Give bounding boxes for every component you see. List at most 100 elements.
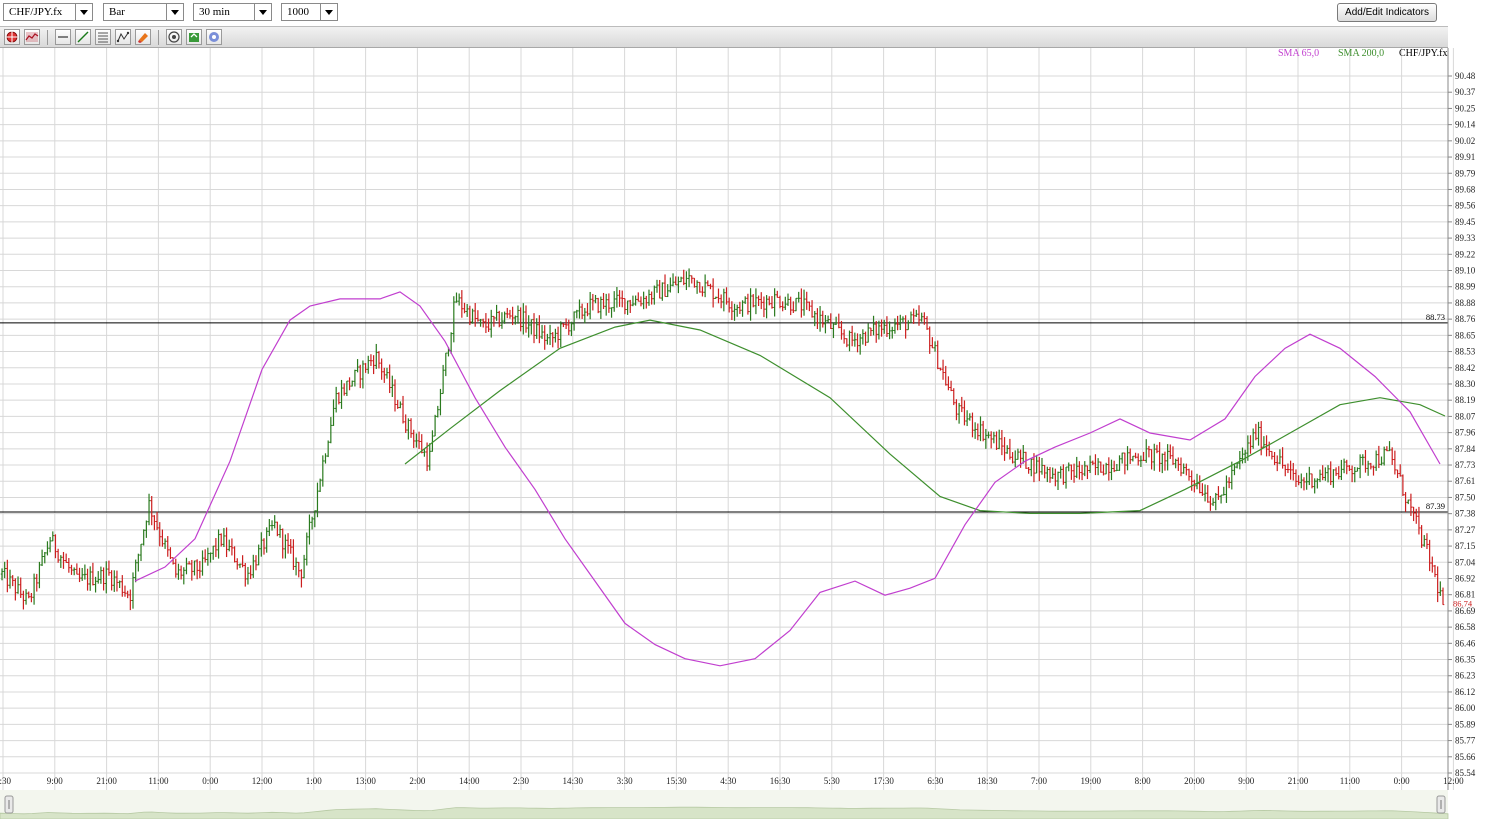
y-tick-label: 88.53 <box>1455 347 1476 357</box>
y-tick-label: 87.15 <box>1455 541 1476 551</box>
chevron-down-icon[interactable] <box>75 4 92 20</box>
y-tick-label: 88.99 <box>1455 282 1476 292</box>
x-tick-label: 0:00 <box>1394 776 1411 786</box>
toolbar-separator <box>47 30 48 45</box>
y-tick-label: 85.77 <box>1455 736 1476 746</box>
chevron-down-icon[interactable] <box>166 4 183 20</box>
x-tick-label: 2:00 <box>409 776 426 786</box>
chart-legend: SMA 65,0 SMA 200,0 CHF/JPY.fx <box>1278 48 1447 59</box>
x-tick-label: 11:00 <box>148 776 169 786</box>
chart-type-dropdown[interactable]: Bar <box>103 3 184 21</box>
x-tick-label: 19:00 <box>1081 776 1102 786</box>
y-tick-label: 87.61 <box>1455 476 1475 486</box>
plot-background <box>0 48 1448 790</box>
price-level-label: 88.73 <box>1426 312 1445 322</box>
x-tick-label: 18:30 <box>977 776 998 786</box>
x-tick-label: 0:00 <box>202 776 219 786</box>
y-tick-label: 90.14 <box>1455 120 1476 130</box>
x-tick-label: 1:00 <box>306 776 323 786</box>
top-controls-bar: CHF/JPY.fx Bar 30 min 1000 Add/Edit Indi… <box>0 0 1500 26</box>
fibonacci-icon[interactable] <box>95 29 111 45</box>
interval-value: 30 min <box>199 6 230 18</box>
settings-icon[interactable] <box>206 29 222 45</box>
y-tick-label: 88.42 <box>1455 363 1475 373</box>
y-tick-label: 86.46 <box>1455 638 1476 648</box>
y-tick-label: 90.37 <box>1455 87 1476 97</box>
y-tick-label: 87.38 <box>1455 509 1476 519</box>
crosshair-icon[interactable] <box>4 29 20 45</box>
time-navigator[interactable] <box>0 790 1500 819</box>
y-tick-label: 87.84 <box>1455 444 1476 454</box>
interval-dropdown[interactable]: 30 min <box>193 3 272 21</box>
x-tick-label: 9:00 <box>1238 776 1255 786</box>
x-tick-label: 13:00 <box>355 776 376 786</box>
print-icon[interactable] <box>166 29 182 45</box>
x-tick-label: 5:30 <box>824 776 841 786</box>
y-tick-label: 86.12 <box>1455 687 1475 697</box>
y-tick-label: 87.27 <box>1455 525 1476 535</box>
x-tick-label: 20:00 <box>1184 776 1205 786</box>
y-tick-label: 89.33 <box>1455 233 1476 243</box>
pattern-icon[interactable] <box>115 29 131 45</box>
y-tick-label: 89.10 <box>1455 266 1476 276</box>
legend-item: SMA 200,0 <box>1338 48 1384 59</box>
y-tick-label: 86.92 <box>1455 573 1475 583</box>
y-tick-label: 89.22 <box>1455 249 1475 259</box>
x-tick-label: 11:00 <box>1340 776 1361 786</box>
y-tick-label: 89.68 <box>1455 184 1476 194</box>
add-edit-indicators-button[interactable]: Add/Edit Indicators <box>1337 3 1437 22</box>
x-tick-label: 8:30 <box>0 776 11 786</box>
y-tick-label: 86.35 <box>1455 655 1476 665</box>
y-tick-label: 87.73 <box>1455 460 1476 470</box>
horizontal-line-icon[interactable] <box>55 29 71 45</box>
y-tick-label: 86.00 <box>1455 703 1476 713</box>
toolbar-separator <box>158 30 159 45</box>
y-tick-label: 89.79 <box>1455 168 1476 178</box>
x-tick-label: 15:30 <box>666 776 687 786</box>
price-chart[interactable]: 88.73 87.39 90.48 90.37 90.25 90.14 90.02 89.9… <box>0 48 1500 790</box>
x-tick-label: 4:30 <box>720 776 737 786</box>
y-tick-label: 87.50 <box>1455 492 1476 502</box>
y-tick-label: 88.19 <box>1455 395 1476 405</box>
legend-item: CHF/JPY.fx <box>1399 48 1447 59</box>
y-tick-label: 89.45 <box>1455 217 1476 227</box>
x-tick-label: 14:00 <box>459 776 480 786</box>
save-icon[interactable] <box>186 29 202 45</box>
bars-count-dropdown[interactable]: 1000 <box>281 3 338 21</box>
y-tick-label: 88.76 <box>1455 314 1476 324</box>
x-tick-label: 8:00 <box>1135 776 1152 786</box>
trend-line-icon[interactable] <box>75 29 91 45</box>
y-tick-label: 88.88 <box>1455 298 1476 308</box>
y-tick-label: 89.91 <box>1455 152 1475 162</box>
y-tick-label: 86.58 <box>1455 622 1476 632</box>
x-tick-label: 21:00 <box>1288 776 1309 786</box>
x-tick-label: 3:30 <box>617 776 634 786</box>
chevron-down-icon[interactable] <box>254 4 271 20</box>
bars-count-value: 1000 <box>287 6 309 18</box>
drawing-toolbar: i <box>0 26 1448 68</box>
y-tick-label: 86.23 <box>1455 671 1476 681</box>
y-axis: 90.48 90.37 90.25 90.14 90.02 89.91 89.79 89.68… <box>1448 71 1476 778</box>
price-level-label: 87.39 <box>1426 501 1445 511</box>
last-price-label: 86.74 <box>1453 599 1473 609</box>
y-tick-label: 87.96 <box>1455 428 1476 438</box>
y-tick-label: 87.04 <box>1455 557 1476 567</box>
y-tick-label: 85.89 <box>1455 719 1476 729</box>
y-tick-label: 85.66 <box>1455 752 1476 762</box>
x-tick-label: 12:00 <box>252 776 273 786</box>
symbol-value: CHF/JPY.fx <box>9 6 63 18</box>
symbol-dropdown[interactable]: CHF/JPY.fx <box>3 3 93 21</box>
y-tick-label: 90.25 <box>1455 103 1476 113</box>
x-tick-label: 2:30 <box>513 776 530 786</box>
x-tick-label: 7:00 <box>1031 776 1048 786</box>
x-tick-label: 9:00 <box>47 776 64 786</box>
chevron-down-icon[interactable] <box>320 4 337 20</box>
eraser-icon[interactable] <box>135 29 151 45</box>
x-tick-label: 16:30 <box>770 776 791 786</box>
chart-type-icon[interactable] <box>24 29 40 45</box>
y-tick-label: 90.02 <box>1455 136 1475 146</box>
legend-item: SMA 65,0 <box>1278 48 1319 59</box>
x-tick-label: 6:30 <box>927 776 944 786</box>
x-tick-label: 17:30 <box>873 776 894 786</box>
y-tick-label: 90.48 <box>1455 71 1476 81</box>
